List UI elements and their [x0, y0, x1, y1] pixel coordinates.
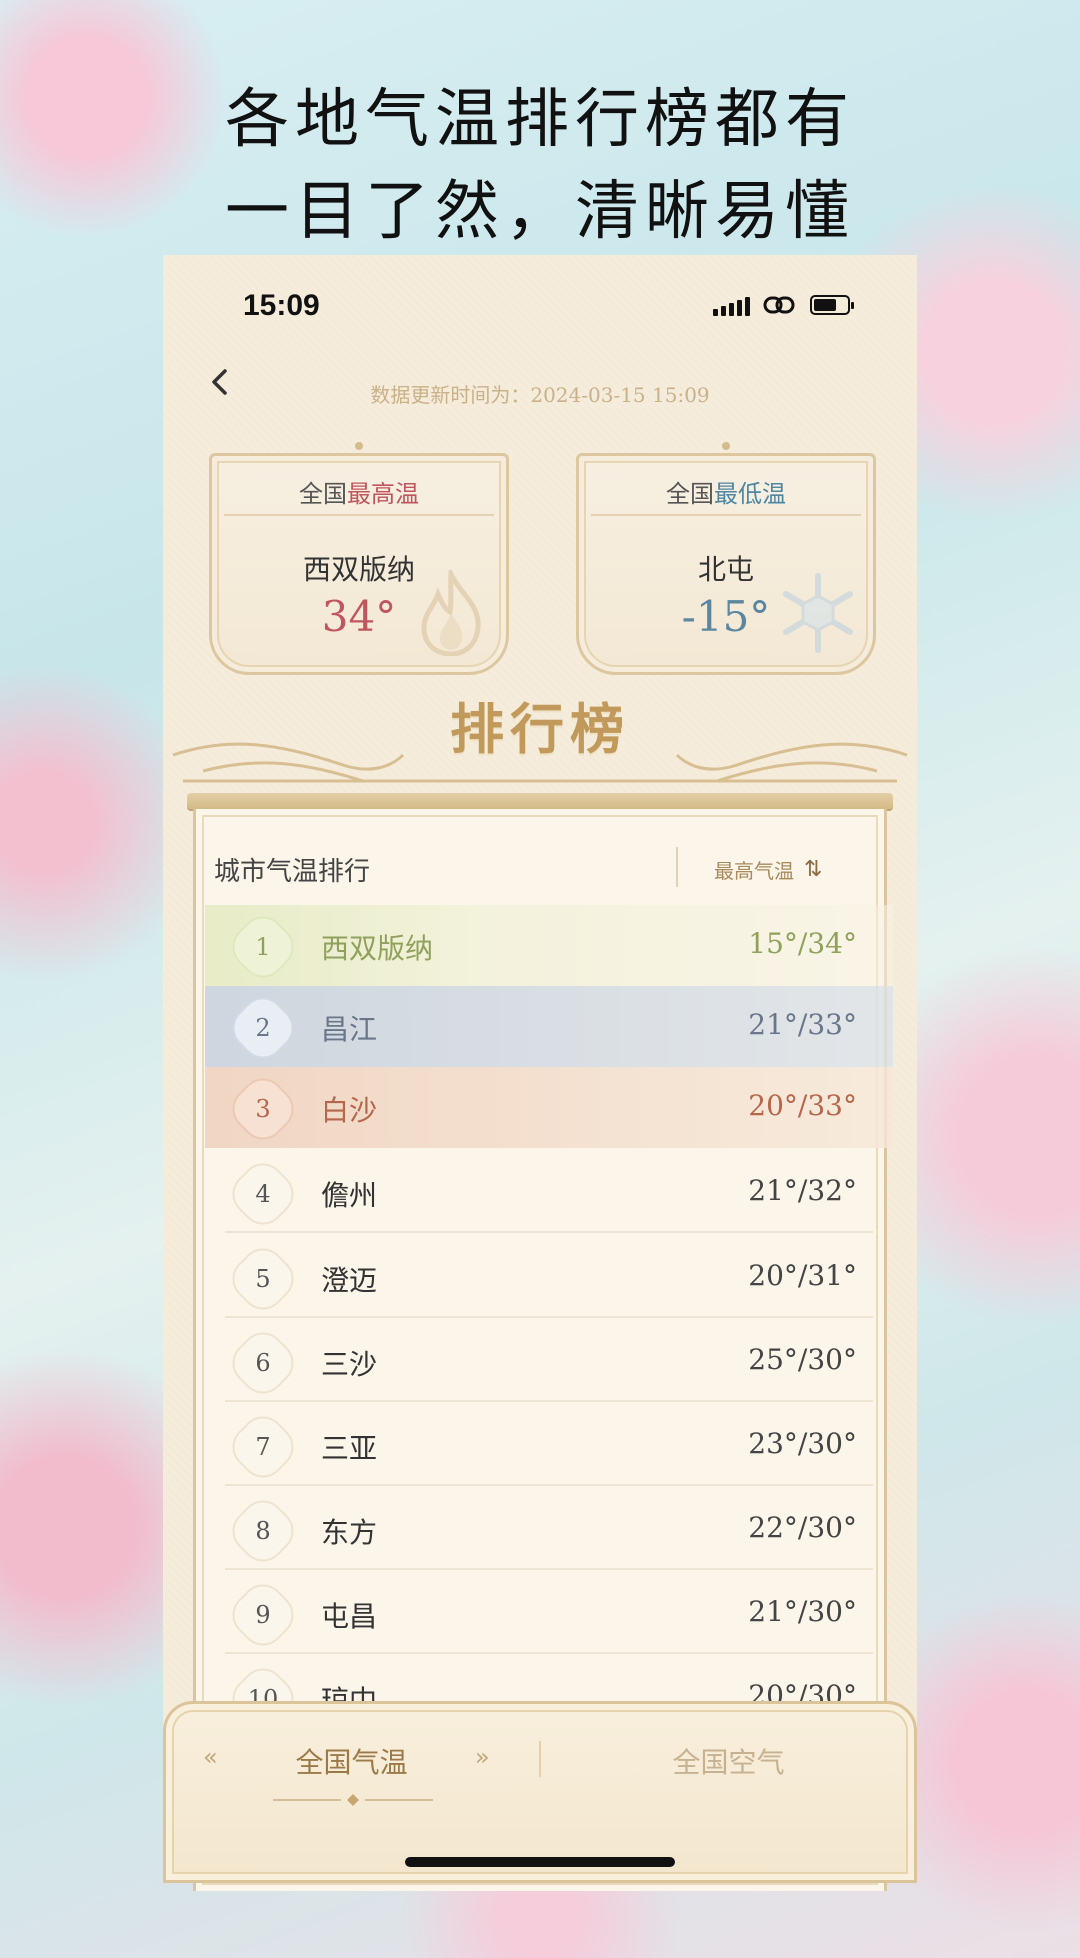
ranking-row[interactable]: 7 三亚 23°/30° — [205, 1405, 893, 1487]
row-temp: 21°/33° — [748, 1008, 857, 1041]
ranking-list[interactable]: 1 西双版纳 15°/34° 2 昌江 21°/33° 3 白沙 20°/33°… — [205, 905, 893, 1731]
card-divider — [591, 514, 861, 516]
row-city: 昌江 — [321, 1013, 378, 1046]
rank-number: 2 — [255, 1014, 271, 1042]
ranking-row[interactable]: 3 白沙 20°/33° — [205, 1067, 893, 1149]
highest-temp-card[interactable]: 全国最高温 西双版纳 34° — [209, 442, 509, 675]
rank-badge: 9 — [223, 1575, 303, 1655]
rank-badge: 8 — [223, 1491, 303, 1571]
rank-number: 3 — [255, 1095, 271, 1123]
rank-badge: 2 — [223, 988, 303, 1068]
headline-line-2: 一目了然，清晰易懂 — [225, 175, 855, 249]
rank-number: 4 — [255, 1180, 271, 1208]
card-title-emphasis: 最低温 — [714, 480, 786, 508]
rank-number: 1 — [255, 933, 271, 961]
row-divider — [225, 1652, 873, 1654]
header-divider — [676, 847, 678, 887]
lowest-temp-title: 全国最低温 — [579, 474, 873, 509]
row-divider — [225, 1568, 873, 1570]
ranking-row[interactable]: 6 三沙 25°/30° — [205, 1321, 893, 1403]
status-time: 15:09 — [243, 289, 320, 322]
ranking-banner-title: 排行榜 — [450, 697, 630, 761]
row-city: 白沙 — [321, 1094, 378, 1127]
rank-badge: 3 — [223, 1069, 303, 1149]
right-ornament-icon: » — [475, 1743, 490, 1771]
bottom-tab-bar: « 全国气温 » 全国空气 — [163, 1701, 917, 1883]
active-tab-indicator — [273, 1794, 433, 1806]
ranking-row[interactable]: 5 澄迈 20°/31° — [205, 1237, 893, 1319]
rank-badge: 6 — [223, 1323, 303, 1403]
ranking-row[interactable]: 2 昌江 21°/33° — [205, 986, 893, 1068]
row-divider — [225, 1484, 873, 1486]
row-divider — [225, 1231, 873, 1233]
battery-icon — [810, 295, 854, 315]
row-temp: 22°/30° — [748, 1511, 857, 1544]
ranking-row[interactable]: 8 东方 22°/30° — [205, 1489, 893, 1571]
row-city: 东方 — [321, 1516, 378, 1549]
list-header: 城市气温排行 最高气温 ⇅ — [214, 833, 850, 899]
highest-temp-title: 全国最高温 — [212, 474, 506, 509]
board-scroll-rod — [187, 793, 893, 809]
card-divider — [224, 514, 494, 516]
row-temp: 20°/31° — [748, 1259, 857, 1292]
update-time: 数据更新时间为：2024-03-15 15:09 — [370, 383, 710, 407]
ranking-row[interactable]: 4 儋州 21°/32° — [205, 1152, 893, 1234]
row-city: 三沙 — [321, 1348, 378, 1381]
hotspot-link-icon — [763, 296, 795, 314]
card-title-emphasis: 最高温 — [347, 480, 419, 508]
row-city: 三亚 — [321, 1432, 378, 1465]
card-title-prefix: 全国 — [666, 480, 714, 508]
rank-badge: 4 — [223, 1154, 303, 1234]
rank-number: 8 — [255, 1517, 271, 1545]
list-title: 城市气温排行 — [214, 857, 371, 887]
row-temp: 23°/30° — [748, 1427, 857, 1460]
row-temp: 21°/32° — [748, 1174, 857, 1207]
sort-label: 最高气温 — [714, 859, 794, 883]
lowest-temp-card[interactable]: 全国最低温 北屯 -15° — [576, 442, 876, 675]
rank-badge: 1 — [223, 907, 303, 987]
ranking-row[interactable]: 9 屯昌 21°/30° — [205, 1573, 893, 1655]
row-divider — [225, 1316, 873, 1318]
rank-badge: 7 — [223, 1407, 303, 1487]
snowflake-icon — [783, 573, 853, 653]
phone-screen: 15:09 数据更新时间为：2024-03-15 15:09 全国最高温 西双版… — [163, 255, 917, 1891]
row-temp: 15°/34° — [748, 927, 857, 960]
headline-line-1: 各地气温排行榜都有 — [225, 83, 855, 157]
row-city: 屯昌 — [321, 1600, 378, 1633]
row-city: 儋州 — [321, 1179, 378, 1212]
ranking-row[interactable]: 1 西双版纳 15°/34° — [205, 905, 893, 987]
row-divider — [225, 1400, 873, 1402]
flame-icon — [421, 570, 481, 656]
rank-number: 7 — [255, 1433, 271, 1461]
tab-bar-frame — [163, 1701, 917, 1883]
sort-arrows-icon: ⇅ — [804, 857, 823, 882]
tab-national-air[interactable]: 全国空气 — [540, 1741, 917, 1781]
sort-toggle-button[interactable]: 最高气温 ⇅ — [714, 855, 822, 884]
row-temp: 25°/30° — [748, 1343, 857, 1376]
rank-badge: 5 — [223, 1239, 303, 1319]
home-indicator[interactable] — [405, 1857, 675, 1867]
card-title-prefix: 全国 — [299, 480, 347, 508]
rank-number: 5 — [255, 1265, 271, 1293]
row-temp: 21°/30° — [748, 1595, 857, 1628]
row-temp: 20°/33° — [748, 1089, 857, 1122]
signal-icon — [713, 297, 750, 316]
rank-number: 9 — [255, 1601, 271, 1629]
rank-number: 6 — [255, 1349, 271, 1377]
row-city: 西双版纳 — [321, 932, 434, 965]
row-city: 澄迈 — [321, 1264, 378, 1297]
